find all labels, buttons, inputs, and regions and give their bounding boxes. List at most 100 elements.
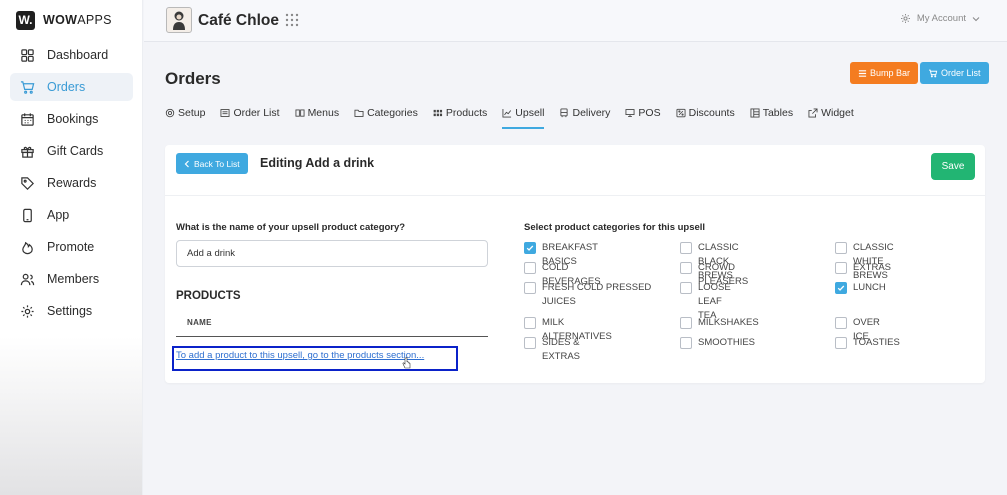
tab-categories[interactable]: Categories — [354, 106, 418, 129]
category-option[interactable]: SMOOTHIES — [680, 336, 755, 350]
tab-delivery[interactable]: Delivery — [559, 106, 610, 129]
calendar-icon — [21, 112, 34, 126]
sidebar-item-label: App — [47, 208, 70, 222]
back-to-list-button[interactable]: Back To List — [176, 153, 248, 174]
sidebar-nav: Dashboard Orders Bookings Gift Cards Rew… — [10, 41, 133, 329]
check-icon — [526, 245, 534, 251]
cart-icon — [20, 80, 35, 94]
tab-order-list[interactable]: Order List — [220, 106, 280, 129]
settings-gear-icon — [900, 14, 910, 23]
products-heading: PRODUCTS — [176, 290, 241, 302]
category-option[interactable]: FRESH COLD PRESSED JUICES — [524, 281, 654, 309]
tab-upsell[interactable]: Upsell — [502, 106, 545, 129]
sidebar-item-dashboard[interactable]: Dashboard — [10, 41, 133, 69]
sidebar-item-rewards[interactable]: Rewards — [10, 169, 133, 197]
save-button[interactable]: Save — [931, 153, 975, 180]
book-icon — [295, 109, 305, 117]
flame-icon — [22, 241, 33, 254]
logo-mark-icon: W. — [16, 10, 35, 30]
sidebar-item-orders[interactable]: Orders — [10, 73, 133, 101]
category-label: LUNCH — [853, 282, 886, 293]
tab-tables[interactable]: Tables — [750, 106, 793, 129]
sidebar-item-settings[interactable]: Settings — [10, 297, 133, 325]
checkbox-checked[interactable] — [835, 282, 847, 294]
category-name-label: What is the name of your upsell product … — [176, 222, 406, 233]
sidebar-item-app[interactable]: App — [10, 201, 133, 229]
checkbox[interactable] — [680, 282, 692, 294]
checkbox[interactable] — [680, 337, 692, 349]
tab-widget[interactable]: Widget — [808, 106, 854, 129]
checkbox[interactable] — [835, 262, 847, 274]
category-option[interactable]: MILKSHAKES — [680, 316, 759, 330]
back-to-list-label: Back To List — [194, 158, 240, 169]
checkbox[interactable] — [524, 282, 536, 294]
dashboard-icon — [21, 48, 34, 62]
category-label: SMOOTHIES — [698, 337, 756, 348]
category-option[interactable]: EXTRAS — [835, 261, 891, 275]
chevron-left-icon — [184, 160, 189, 167]
apps-grid-icon[interactable] — [285, 13, 299, 27]
gift-icon — [21, 146, 34, 158]
tab-label: Discounts — [688, 107, 735, 119]
checkbox[interactable] — [680, 262, 692, 274]
category-label: TOASTIES — [853, 337, 900, 348]
bump-bar-button[interactable]: Bump Bar — [850, 62, 919, 84]
sidebar-item-gift-cards[interactable]: Gift Cards — [10, 137, 133, 165]
venue-avatar[interactable] — [166, 7, 192, 33]
table-icon — [750, 108, 760, 118]
sidebar-item-bookings[interactable]: Bookings — [10, 105, 133, 133]
highlight-box — [172, 346, 458, 371]
tab-setup[interactable]: Setup — [165, 106, 205, 129]
tab-pos[interactable]: POS — [625, 106, 661, 129]
gear-icon — [21, 304, 34, 318]
checkbox[interactable] — [835, 337, 847, 349]
category-label: EXTRAS — [853, 262, 892, 273]
venue-logo-icon — [173, 11, 185, 30]
brand-name: WOWAPPS — [43, 13, 112, 27]
checkbox[interactable] — [524, 337, 536, 349]
grid-icon — [433, 109, 442, 117]
phone-icon — [23, 208, 32, 222]
order-list-label: Order List — [941, 68, 981, 78]
cart-icon — [929, 69, 938, 77]
top-bar: Café Chloe My Account — [144, 0, 1007, 42]
checkbox[interactable] — [680, 317, 692, 329]
checkbox[interactable] — [835, 317, 847, 329]
members-icon — [20, 273, 35, 285]
sidebar-item-label: Members — [47, 272, 100, 286]
tab-discounts[interactable]: Discounts — [676, 106, 735, 129]
sidebar-item-label: Orders — [47, 80, 86, 94]
divider — [176, 336, 488, 337]
category-label: FRESH COLD PRESSED JUICES — [542, 282, 652, 307]
bump-bar-label: Bump Bar — [870, 68, 911, 78]
order-list-button[interactable]: Order List — [920, 62, 989, 84]
hand-cursor-icon — [402, 357, 411, 369]
sidebar: W. WOWAPPS Dashboard Orders Bookings Gif… — [0, 0, 143, 495]
sidebar-item-label: Dashboard — [47, 48, 109, 62]
tab-label: Order List — [233, 107, 280, 119]
checkbox[interactable] — [835, 242, 847, 254]
category-option[interactable]: SIDES & EXTRAS — [524, 336, 580, 364]
my-account-menu[interactable]: My Account — [900, 13, 980, 24]
editor-title: Editing Add a drink — [260, 156, 375, 170]
sidebar-item-promote[interactable]: Promote — [10, 233, 133, 261]
delivery-icon — [560, 108, 569, 118]
column-header-name: NAME — [187, 318, 212, 327]
checkbox[interactable] — [524, 262, 536, 274]
tab-label: Delivery — [572, 107, 611, 119]
checkbox-checked[interactable] — [524, 242, 536, 254]
checkbox[interactable] — [524, 317, 536, 329]
category-name-input[interactable] — [176, 240, 488, 267]
category-option[interactable]: LUNCH — [835, 281, 886, 295]
sidebar-item-members[interactable]: Members — [10, 265, 133, 293]
category-label: SIDES & EXTRAS — [542, 337, 581, 362]
tab-menus[interactable]: Menus — [295, 106, 339, 129]
gear-icon — [165, 108, 175, 118]
brand-logo[interactable]: W. WOWAPPS — [16, 10, 112, 30]
tab-products[interactable]: Products — [433, 106, 487, 129]
orders-tabs: Setup Order List Menus Categories Produc… — [165, 106, 869, 129]
category-option[interactable]: TOASTIES — [835, 336, 900, 350]
checkbox[interactable] — [680, 242, 692, 254]
tab-label: Tables — [762, 107, 794, 119]
tab-label: Upsell — [515, 107, 545, 119]
